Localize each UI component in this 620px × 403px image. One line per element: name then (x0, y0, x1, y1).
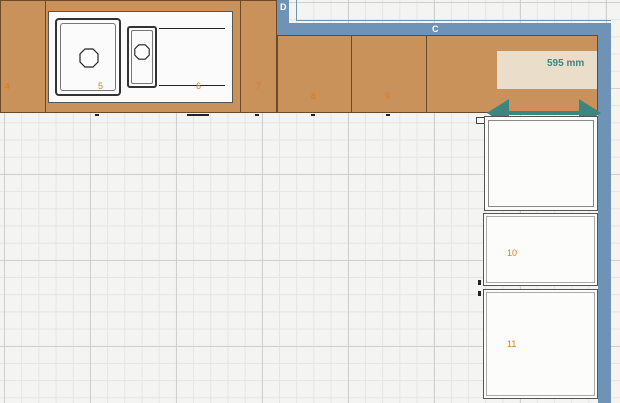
cabinet-4[interactable]: 4 (0, 0, 46, 113)
handle (311, 114, 315, 116)
wall-c[interactable]: C (277, 23, 611, 35)
cabinet-11[interactable]: 11 (483, 289, 598, 399)
cabinet-10[interactable]: 10 (483, 213, 598, 286)
cabinet-number: 7 (256, 81, 262, 91)
appliance-unit[interactable] (484, 116, 598, 211)
dimension-label: 595 mm (547, 58, 585, 69)
cabinet-7[interactable]: 7 (240, 0, 277, 113)
wall-right[interactable] (598, 23, 611, 403)
cabinet-number: 6 (196, 81, 202, 91)
cabinet-sink[interactable]: 5 6 (45, 0, 241, 113)
sink-unit[interactable] (48, 11, 233, 103)
wall-outline (296, 0, 297, 20)
sink-bowl-small (127, 26, 157, 88)
handle (478, 280, 481, 285)
cabinet-8[interactable]: 8 (277, 35, 352, 113)
handle (95, 114, 99, 116)
handle (478, 291, 481, 296)
handle (187, 114, 209, 116)
wall-label: D (280, 2, 287, 12)
sink-bowl-large (55, 18, 121, 96)
drain-icon (79, 48, 99, 68)
cabinet-number: 9 (385, 91, 391, 101)
wall-outline (296, 20, 611, 21)
handle (386, 114, 390, 116)
drain-icon (134, 44, 150, 60)
handle (255, 114, 259, 116)
cabinet-number: 11 (507, 339, 517, 349)
sink-drainer (159, 28, 225, 86)
cabinet-number: 8 (311, 91, 317, 101)
cabinet-9[interactable]: 9 (351, 35, 427, 113)
cabinet-number: 5 (98, 81, 104, 91)
wall-label: C (432, 24, 439, 34)
cabinet-number: 10 (507, 248, 518, 258)
dimension-label-box: 595 mm (497, 51, 597, 89)
cabinet-number: 4 (5, 81, 11, 91)
